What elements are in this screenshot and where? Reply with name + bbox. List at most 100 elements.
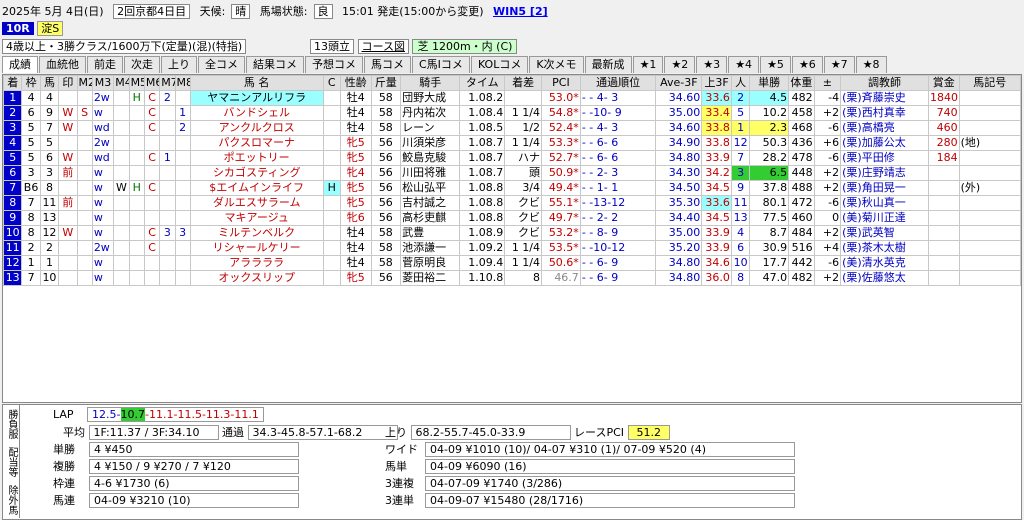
column-header[interactable]: M5 [128,75,145,91]
column-header[interactable]: M8 [174,75,191,91]
column-header[interactable]: タイム [459,75,506,91]
cell [174,240,191,256]
column-header[interactable]: 馬記号 [958,75,1021,91]
cell: 5 [39,135,60,151]
cell: 丹内祐次 [400,105,461,121]
cell [143,210,161,226]
table-row[interactable]: 7 B6 8 w W H C $エイムインライフ H 牝5 56 松山弘平 1.08.8 3/4 49.4*… [3,180,1021,196]
column-header[interactable]: 枠 [21,75,41,91]
table-row[interactable]: 2 6 9 W Sw C 1 バンドシェル 牡4 58 丹内祐次 1.08.4 1 1/4 54.8* - … [3,105,1021,121]
column-header[interactable]: 賞金 [927,75,960,91]
column-header[interactable]: 上3F [701,75,732,91]
cell [128,255,145,271]
cell: (栗)茶木太樹 [840,240,929,256]
table-row[interactable]: 11 2 2 2w C リシャールケリー 牡4 58 池添謙一 1.09.2 1 1/4 53.5* -… [3,240,1021,256]
cell: 1 [730,120,751,136]
tab-19[interactable]: ★6 [791,56,823,73]
tab-20[interactable]: ★7 [823,56,855,73]
cell [113,255,130,271]
cell: 34.40 [655,210,703,226]
column-header[interactable]: M3 [91,75,115,91]
cell [113,225,130,241]
column-header[interactable]: M4 [113,75,130,91]
table-row[interactable]: 9 8 13 w マキアージュ 牝6 56 高杉吏麒 1.08.8 クビ 49.7* - - 2- 2… [3,210,1021,226]
tab-9[interactable]: 馬コメ [364,56,411,73]
column-header[interactable]: M6 [143,75,161,91]
column-header[interactable]: ± [813,75,842,91]
column-header[interactable]: 斤量 [370,75,402,91]
column-header[interactable]: 性齢 [339,75,372,91]
cell [113,105,130,121]
tab-6[interactable]: 全コメ [198,56,245,73]
win5-link[interactable]: WIN5 [2] [493,5,548,18]
column-header[interactable]: 馬 [39,75,60,91]
column-header[interactable]: 騎手 [400,75,461,91]
cell: 0 [813,210,842,226]
tab-3[interactable]: 前走 [87,56,123,73]
cell [76,135,93,151]
table-row[interactable]: 5 5 6 Wwd C 1 ポエットリー 牝5 56 鮫島克駿 1.08.7 ハナ 52.7* - - 6… [3,150,1021,166]
column-header[interactable]: M7 [159,75,176,91]
cell: 牝4 [339,165,372,181]
cell [128,240,145,256]
side-tab-silks[interactable]: 勝負服 [3,405,20,443]
tab-5[interactable]: 上り [161,56,197,73]
table-row[interactable]: 6 3 3 前 w シカゴスティング 牝4 56 川田将雅 1.08.7 頭 50.9* - - 2- … [3,165,1021,181]
column-header[interactable]: 着差 [504,75,543,91]
cell: オックスリップ [189,270,324,286]
table-row[interactable]: 3 5 7 Wwd C 2 アンクルクロス 牡4 58 レーン 1.08.5 1/2 52.4* - - … [3,120,1021,136]
column-header[interactable]: PCI [541,75,581,91]
column-header[interactable]: 単勝 [749,75,790,91]
table-row[interactable]: 4 5 5 2w パクスロマーナ 牝5 56 川須栄彦 1.08.7 1 1/4 53.3* - - … [3,135,1021,151]
column-header[interactable]: M2 [76,75,93,91]
cell: w [91,195,115,211]
payout-row: 馬単 04-09 ¥6090 (16) [385,458,795,474]
column-header[interactable]: 人 [730,75,751,91]
cell: 2 [21,240,41,256]
tab-2[interactable]: 血統他 [39,56,86,73]
cell [174,135,191,151]
tab-15[interactable]: ★2 [664,56,696,73]
tab-13[interactable]: 最新成 [584,56,632,73]
tab-7[interactable]: 結果コメ [246,56,304,73]
tab-14[interactable]: ★1 [632,56,664,73]
cell: 1 1/4 [504,240,543,256]
cell: 6 [21,105,41,121]
column-header[interactable]: Ave-3F [655,75,703,91]
column-header[interactable]: 通過順位 [579,75,657,91]
cell: 1 1/4 [504,105,543,121]
tab-21[interactable]: ★8 [855,56,887,73]
table-row[interactable]: 12 1 1 w アララララ 牡4 58 菅原明良 1.09.4 1 1/4 50.6* - - 6-… [3,255,1021,271]
column-header[interactable]: 体重 [788,75,815,91]
side-tab-payouts[interactable]: 配当等 [3,443,20,481]
race-name: 淀S [37,21,64,36]
column-header[interactable]: C [322,75,341,91]
tab-16[interactable]: ★3 [696,56,728,73]
tab-1[interactable]: 成績 [2,56,38,73]
tab-17[interactable]: ★4 [728,56,760,73]
cell: 3 [39,165,60,181]
table-row[interactable]: 8 7 11 前 w ダルエスサラーム 牝5 56 吉村誠之 1.08.8 クビ 55.1* - -13… [3,195,1021,211]
tab-11[interactable]: KOLコメ [470,56,529,73]
column-header[interactable]: 調教師 [840,75,929,91]
cell: 33.9 [701,225,732,241]
column-header[interactable]: 馬 名 [189,75,324,91]
table-row[interactable]: 13 7 10 w オックスリップ 牝5 56 菱田裕二 1.10.8 8 46.7- - 6- 9… [3,270,1021,286]
payout-label: ワイド [385,443,418,456]
column-header[interactable]: 印 [58,75,78,91]
tab-4[interactable]: 次走 [124,56,160,73]
tab-8[interactable]: 予想コメ [305,56,363,73]
tab-18[interactable]: ★5 [760,56,791,73]
cell: 1/2 [504,120,543,136]
tab-12[interactable]: K次メモ [529,56,584,73]
cell [322,150,341,166]
tab-10[interactable]: C馬Iコメ [412,56,470,73]
table-row[interactable]: 1 4 4 2w H C 2 ヤマニンアルリフラ 牡4 58 団野大成 1.08.2 53.0* - - … [3,90,1021,106]
cell: 2w [91,135,115,151]
table-row[interactable]: 10 8 12 Ww C 3 3 ミルテンベルク 牡4 58 武豊 1.08.9 クビ 53.2* - - … [3,225,1021,241]
course-map-button[interactable]: コース図 [357,39,409,54]
column-header[interactable]: 着 [3,75,23,91]
cell: 56 [370,165,402,181]
side-tab-scratched[interactable]: 除外馬 [3,481,20,518]
cell: マキアージュ [189,210,324,226]
